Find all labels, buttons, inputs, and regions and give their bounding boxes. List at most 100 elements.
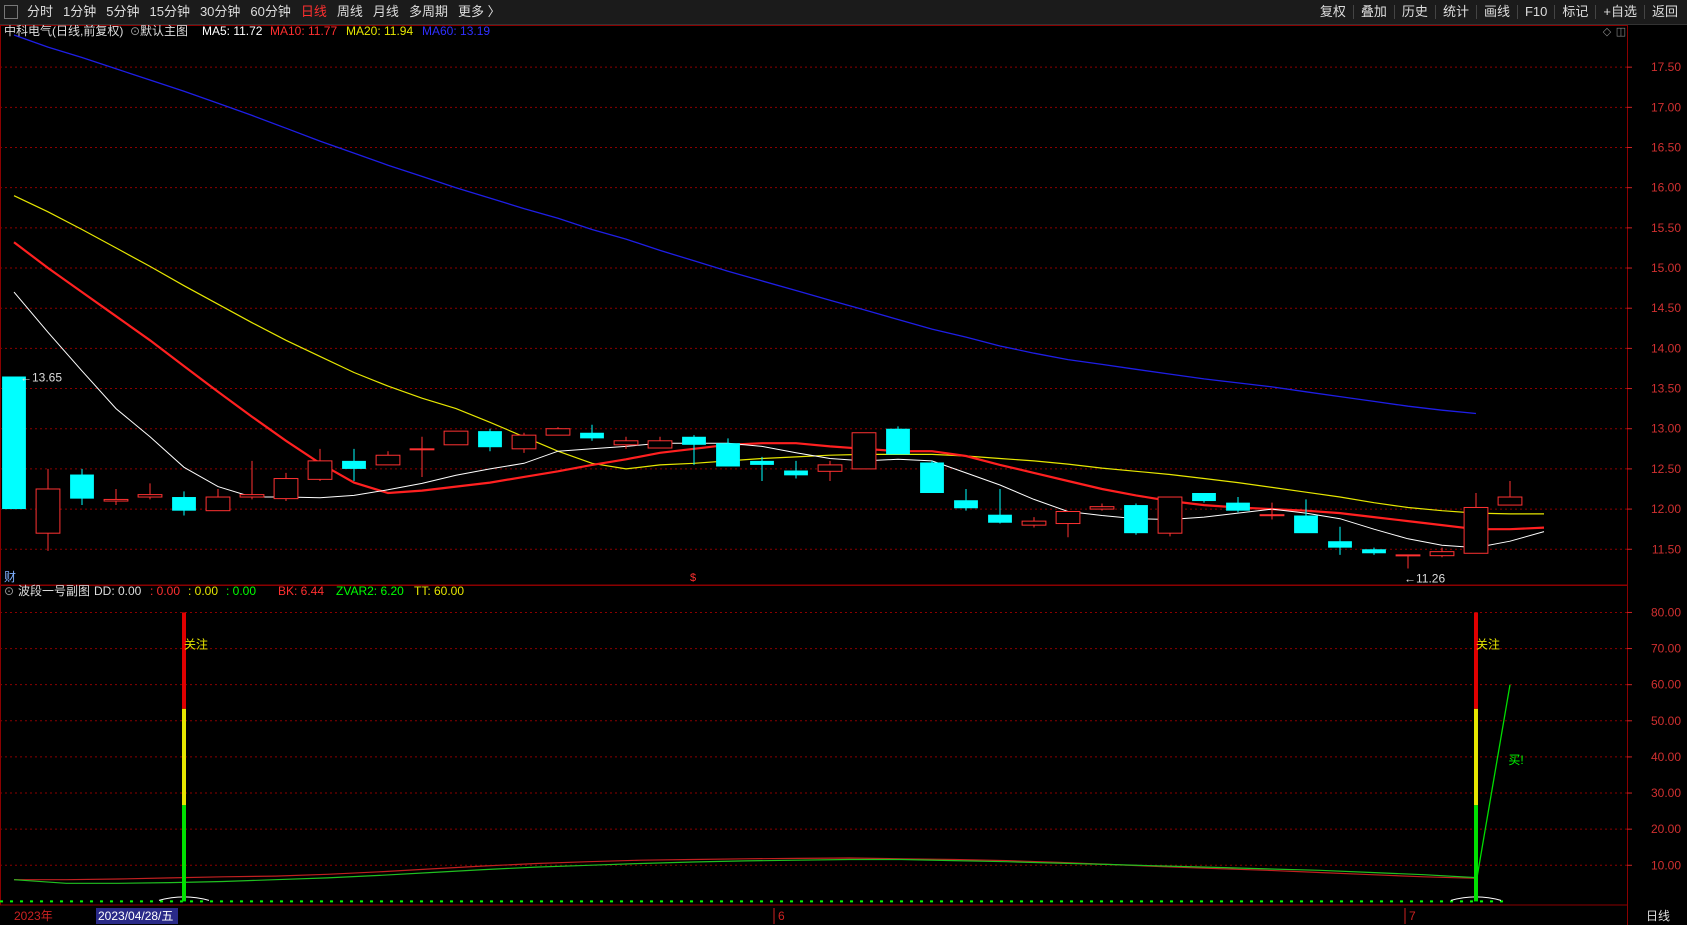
period-tab-5[interactable]: 60分钟 (245, 0, 295, 24)
zvar2-value: ZVAR2: 6.20 (336, 584, 404, 598)
candle-body-down (988, 514, 1012, 523)
candle-body-up (35, 488, 61, 534)
candle-body-up (409, 448, 435, 451)
toolbar-divider (1516, 5, 1518, 19)
template-dropdown-icon: ⊙ (130, 25, 140, 38)
candle-body-up (851, 432, 877, 470)
period-tab-6[interactable]: 日线 (296, 0, 332, 24)
year-axis-label: 2023年 (14, 909, 53, 923)
toolbar-button-3[interactable]: 统计 (1438, 0, 1474, 24)
value-3: : 0.00 (226, 584, 256, 598)
indicator-tick-label: 20.00 (1651, 822, 1681, 836)
candle-body-down (1124, 505, 1148, 534)
toolbar-divider (1475, 5, 1477, 19)
price-tick-label: 16.00 (1651, 181, 1681, 195)
period-tab-3[interactable]: 15分钟 (144, 0, 194, 24)
toolbar-button-6[interactable]: 标记 (1557, 0, 1593, 24)
buy-signal-label: 买! (1508, 753, 1523, 767)
ma10-value: MA10: 11.77 (270, 25, 337, 38)
indicator-tick-label: 60.00 (1651, 678, 1681, 692)
price-tick-label: 14.50 (1651, 301, 1681, 315)
candle-body-up (1021, 520, 1047, 526)
period-tab-1[interactable]: 1分钟 (58, 0, 101, 24)
candle-body-up (1463, 506, 1489, 554)
candle-body-down (716, 443, 740, 467)
toolbar-divider (1643, 5, 1645, 19)
candle-body-up (613, 440, 639, 446)
price-tick-label: 14.00 (1651, 341, 1681, 355)
template-label: 默认主图 (140, 25, 188, 38)
toolbar-button-7[interactable]: +自选 (1598, 0, 1642, 24)
period-tab-8[interactable]: 月线 (368, 0, 404, 24)
candle-body-down (342, 460, 366, 469)
settings-icon: ◇ (1603, 26, 1612, 38)
bk-value: BK: 6.44 (278, 584, 324, 598)
value-1: : 0.00 (150, 584, 180, 598)
price-tick-label: 13.00 (1651, 422, 1681, 436)
dd-value: DD: 0.00 (94, 584, 142, 598)
toolbar-button-1[interactable]: 叠加 (1356, 0, 1392, 24)
main-panel-frame (0, 25, 1628, 586)
price-tick-label: 11.50 (1652, 542, 1681, 556)
candle-body-down (478, 431, 502, 448)
candle-body-up (375, 454, 401, 466)
spike-segment-green (1474, 805, 1478, 902)
candle-body-down (70, 474, 94, 499)
period-tab-10[interactable]: 更多 〉 (453, 0, 506, 24)
candle-body-down (2, 376, 26, 510)
price-tick-label: 16.50 (1651, 141, 1681, 155)
candle-body-down (886, 428, 910, 455)
candle-body-down (1294, 515, 1318, 534)
price-tick-label: 12.50 (1651, 462, 1681, 476)
high-price-label: ←13.65 (20, 371, 62, 385)
zvar2-line (13, 858, 1477, 884)
toolbar-button-5[interactable]: F10 (1520, 0, 1552, 24)
toolbar-button-8[interactable]: 返回 (1647, 0, 1683, 24)
indicator-name-label: 波段一号副图 (18, 583, 90, 598)
panel-icon: ◫ (1616, 26, 1626, 38)
watch-signal-label: 关注 (184, 636, 208, 651)
period-tab-9[interactable]: 多周期 (404, 0, 453, 24)
price-tick-label: 13.50 (1651, 382, 1681, 396)
toolbar-button-0[interactable]: 复权 (1315, 0, 1351, 24)
candle-body-up (1157, 496, 1183, 534)
split-marker: $ (690, 572, 696, 584)
period-indicator: 日线 (1646, 909, 1670, 923)
low-price-label: ←11.26 (1404, 572, 1445, 586)
price-tick-label: 12.00 (1651, 502, 1681, 516)
candle-body-up (103, 498, 129, 502)
candle-body-up (307, 460, 333, 480)
period-tab-7[interactable]: 周线 (332, 0, 368, 24)
price-tick-label: 15.00 (1651, 261, 1681, 275)
period-tab-0[interactable]: 分时 (22, 0, 58, 24)
toolbar-button-2[interactable]: 历史 (1397, 0, 1433, 24)
candle-body-up (1055, 510, 1081, 525)
candle-body-up (273, 478, 299, 500)
candle-body-down (784, 470, 808, 476)
ma60-value: MA60: 13.19 (422, 25, 490, 38)
indicator-tick-label: 30.00 (1651, 786, 1681, 800)
tt-value: TT: 60.00 (414, 584, 464, 598)
spike-segment-red (182, 612, 186, 709)
period-tab-2[interactable]: 5分钟 (101, 0, 144, 24)
period-tabs: 分时 1分钟 5分钟 15分钟 30分钟 60分钟 日线 周线 月线 多周期 更多 〉 (4, 0, 506, 24)
indicator-dropdown-icon: ⊙ (4, 584, 14, 598)
candle-body-down (1226, 502, 1250, 511)
month-axis-label-7: 7 (1409, 909, 1416, 923)
stock-chart[interactable]: 17.50 17.00 16.50 16.00 15.50 15.00 14.50 14.00… (0, 25, 1687, 925)
price-tick-label: 17.00 (1651, 100, 1681, 114)
period-tab-4[interactable]: 30分钟 (195, 0, 245, 24)
candle-body-down (954, 500, 978, 509)
finance-marker: 财 (4, 570, 16, 584)
watch-signal-label: 关注 (1476, 636, 1500, 651)
candle-body-up (137, 494, 163, 498)
toolbar-button-4[interactable]: 画线 (1479, 0, 1515, 24)
candle-body-up (1395, 554, 1421, 557)
candle-body-down (1328, 541, 1352, 548)
toolbar-divider (1434, 5, 1436, 19)
toolbar-divider (1595, 5, 1597, 19)
month-axis-label-6: 6 (778, 909, 785, 923)
price-tick-label: 15.50 (1651, 221, 1681, 235)
window-menu-icon[interactable] (4, 5, 18, 19)
sub-panel-frame (0, 584, 1628, 906)
